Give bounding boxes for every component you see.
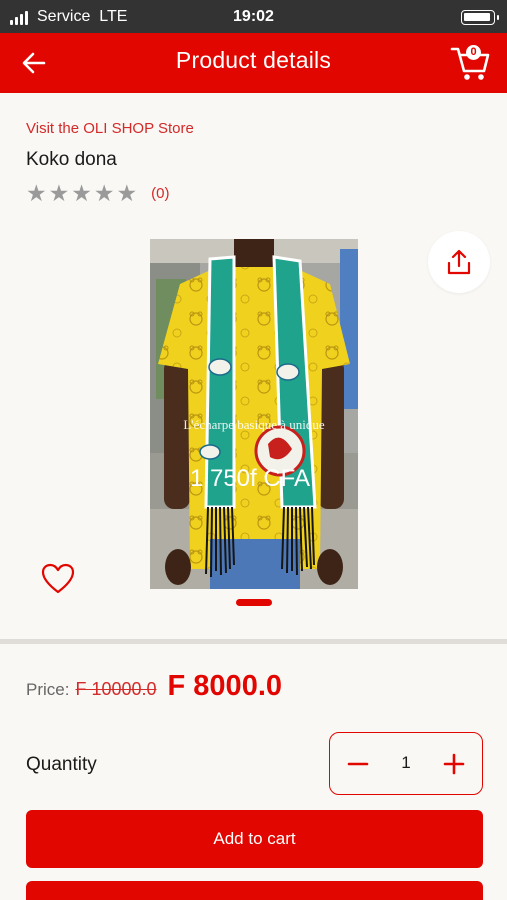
star-icon: ★ [116, 180, 138, 206]
star-icon: ★ [26, 180, 47, 206]
store-link[interactable]: Visit the OLI SHOP Store [26, 120, 194, 137]
arrow-left-icon [22, 52, 46, 74]
increase-quantity-button[interactable] [434, 745, 474, 783]
cart-count-badge: 0 [466, 45, 481, 60]
page-title: Product details [175, 47, 332, 73]
star-icon: ★ [48, 180, 70, 206]
image-price: 1 750f CFA [190, 465, 310, 492]
status-time: 19:02 [233, 8, 274, 25]
quantity-label: Quantity [26, 754, 97, 775]
product-rating: ★ ★ ★ ★ ★ (0) [26, 181, 169, 205]
secondary-action-button[interactable] [26, 881, 483, 900]
old-price: F 10000.0 [75, 679, 157, 699]
back-button[interactable] [14, 45, 54, 81]
carousel-indicator [236, 599, 272, 606]
current-price: F 8000.0 [167, 670, 283, 702]
decrease-quantity-button[interactable] [338, 745, 378, 783]
price-label: Price: [26, 680, 70, 699]
minus-icon [347, 762, 369, 766]
product-photo: L'écharpe basique à unique 1 750f CFA [150, 239, 358, 589]
plus-icon [443, 753, 465, 775]
review-count: (0) [151, 184, 170, 202]
add-to-cart-button[interactable]: Add to cart [26, 810, 483, 868]
battery-icon [461, 10, 499, 25]
product-name: Koko dona [26, 149, 117, 170]
quantity-stepper: 1 [329, 732, 483, 795]
share-icon [447, 249, 471, 275]
star-icon: ★ [93, 180, 115, 206]
star-icon: ★ [71, 180, 92, 206]
image-caption: L'écharpe basique à unique [183, 417, 325, 432]
quantity-value: 1 [401, 753, 411, 772]
app-bar: Product details 0 [0, 33, 507, 93]
section-divider [0, 639, 507, 644]
heart-icon [41, 563, 75, 594]
share-button[interactable] [428, 231, 490, 293]
price-row: Price: F 10000.0 F 8000.0 [26, 670, 282, 703]
product-image[interactable]: L'écharpe basique à unique 1 750f CFA [150, 239, 358, 589]
cart-button[interactable]: 0 [449, 41, 491, 83]
favorite-button[interactable] [40, 562, 76, 596]
status-bar: Service LTE 19:02 [0, 0, 507, 33]
